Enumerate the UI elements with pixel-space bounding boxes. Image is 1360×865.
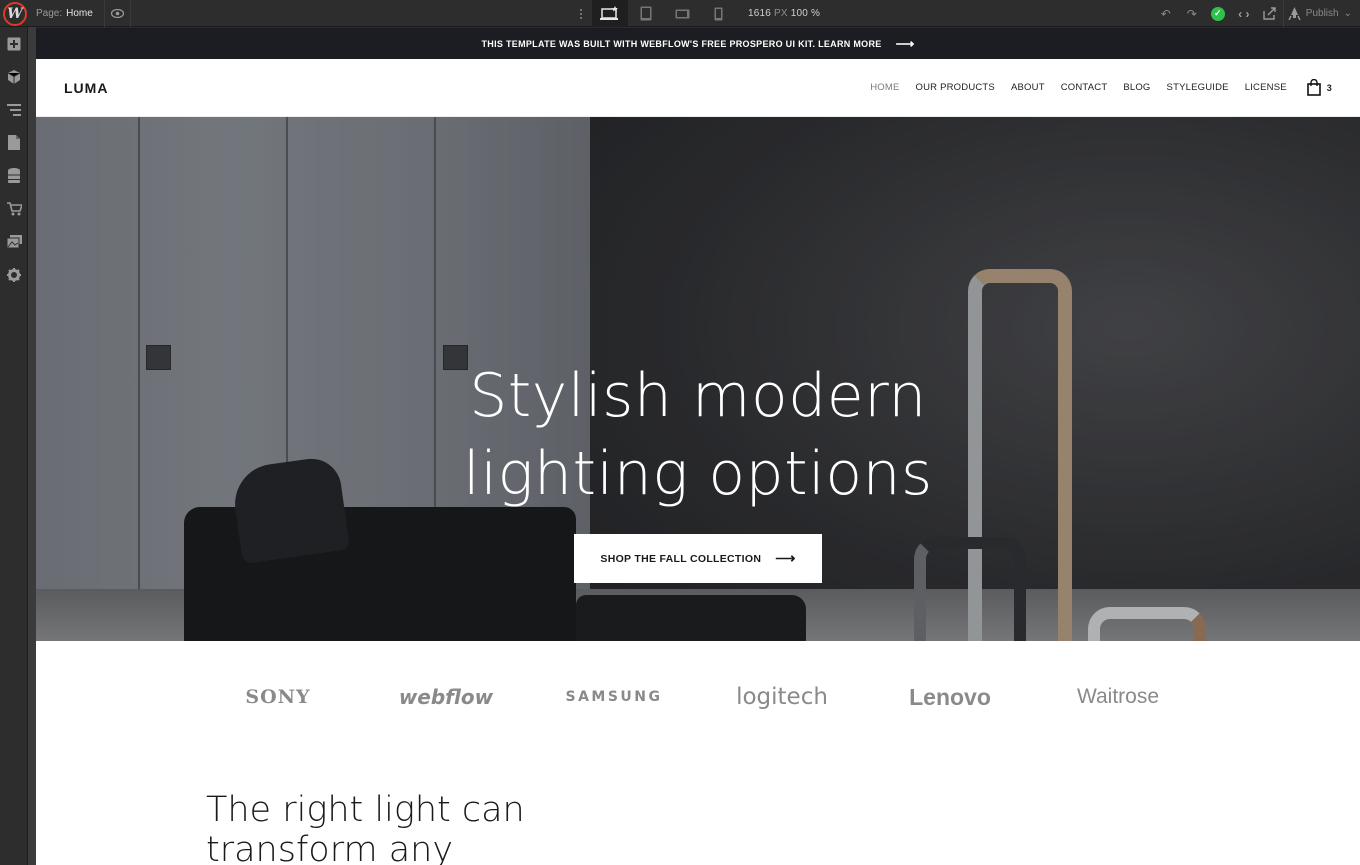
add-icon [7, 37, 21, 50]
client-logos: SONY webflow SAMSUNG logitech Lenovo Wai… [36, 641, 1360, 749]
undo-icon: ↶ [1160, 6, 1171, 21]
canvas-width: 1616 [748, 8, 772, 19]
template-banner[interactable]: THIS TEMPLATE WAS BUILT WITH WEBFLOW'S F… [36, 28, 1360, 59]
cms-icon [8, 168, 20, 183]
breakpoint-mobile-landscape-button[interactable] [664, 0, 700, 27]
code-icon: ‹ › [1238, 6, 1250, 21]
export-code-button[interactable]: ‹ › [1231, 0, 1257, 27]
canvas-zoom[interactable]: 100 % [791, 8, 820, 19]
desktop-icon [600, 5, 618, 20]
check-icon: ✓ [1210, 6, 1225, 21]
page-prefix: Page: [36, 8, 63, 19]
nav-link-styleguide[interactable]: STYLEGUIDE [1167, 82, 1229, 93]
canvas-dimensions: 1616 PX 100 % [748, 8, 820, 19]
assets-panel-button[interactable] [0, 225, 28, 258]
eye-icon [111, 9, 124, 18]
breakpoint-desktop-button[interactable] [592, 0, 628, 27]
nav-link-home[interactable]: HOME [870, 82, 899, 93]
intro-heading-line-1: The right light can [206, 790, 525, 830]
shop-collection-label: SHOP THE FALL COLLECTION [600, 552, 762, 565]
cart-count: 3 [1326, 82, 1332, 93]
publish-button[interactable]: Publish ⌄ [1282, 0, 1360, 27]
page-name: Home [66, 8, 93, 19]
nav-link-license[interactable]: LICENSE [1245, 82, 1287, 93]
designer-left-sidebar [0, 27, 28, 865]
redo-button[interactable]: ↷ [1179, 0, 1205, 27]
brand-logo[interactable]: LUMA [64, 80, 108, 96]
pages-panel-button[interactable] [0, 126, 28, 159]
arrow-right-icon: ⟶ [775, 550, 796, 566]
nav-menu: HOME OUR PRODUCTS ABOUT CONTACT BLOG STY… [870, 79, 1332, 96]
intro-heading: The right light can transform any [206, 790, 525, 865]
arrow-right-icon: ⟶ [895, 35, 915, 51]
nav-link-about[interactable]: ABOUT [1011, 82, 1045, 93]
page-selector[interactable]: Page: Home [36, 0, 93, 27]
preview-button[interactable] [104, 0, 131, 27]
symbols-icon [7, 69, 21, 84]
canvas-gutter [28, 27, 36, 865]
ecommerce-icon [6, 201, 22, 215]
navigator-icon [7, 103, 21, 116]
nav-link-contact[interactable]: CONTACT [1061, 82, 1108, 93]
nav-link-our-products[interactable]: OUR PRODUCTS [916, 82, 995, 93]
logo-samsung: SAMSUNG [565, 689, 663, 705]
breakpoint-tablet-button[interactable] [628, 0, 664, 27]
hero-heading-line-1: Stylish modern [469, 361, 927, 431]
logo-webflow: webflow [398, 685, 494, 709]
logo-waitrose: Waitrose [1076, 685, 1160, 708]
add-panel-button[interactable] [0, 27, 28, 60]
webflow-logo-icon: W [3, 1, 27, 26]
save-status[interactable]: ✓ [1205, 0, 1231, 27]
publish-label: Publish [1305, 8, 1339, 19]
webflow-logo-button[interactable]: W [0, 0, 30, 27]
cart-button[interactable]: 3 [1306, 79, 1332, 96]
hero-heading-line-2: lighting options [463, 439, 933, 509]
mobile-portrait-icon [714, 7, 722, 20]
rocket-icon [1288, 7, 1301, 20]
tablet-icon [640, 6, 652, 21]
pages-icon [8, 135, 20, 150]
breakpoint-mobile-portrait-button[interactable] [700, 0, 736, 27]
logo-lenovo: Lenovo [909, 683, 991, 710]
kebab-icon[interactable] [570, 8, 592, 19]
settings-icon [7, 267, 21, 282]
right-tools: ↶ ↷ ✓ ‹ › Publish ⌄ [1153, 0, 1360, 27]
canvas-width-unit: PX [774, 8, 788, 19]
intro-heading-line-2: transform any [206, 830, 454, 865]
assets-icon [6, 235, 22, 248]
symbols-panel-button[interactable] [0, 60, 28, 93]
nav-link-blog[interactable]: BLOG [1123, 82, 1150, 93]
undo-button[interactable]: ↶ [1153, 0, 1179, 27]
chevron-down-icon: ⌄ [1343, 8, 1352, 19]
shop-collection-button[interactable]: SHOP THE FALL COLLECTION ⟶ [574, 534, 822, 583]
settings-panel-button[interactable] [0, 258, 28, 291]
design-canvas[interactable]: THIS TEMPLATE WAS BUILT WITH WEBFLOW'S F… [36, 28, 1360, 865]
logo-logitech: logitech [736, 684, 828, 710]
share-button[interactable] [1257, 0, 1283, 27]
breakpoint-tools: 1616 PX 100 % [570, 0, 820, 27]
site-navbar: LUMA HOME OUR PRODUCTS ABOUT CONTACT BLO… [36, 59, 1360, 117]
hero-section: Stylish modern lighting options SHOP THE… [36, 117, 1360, 641]
banner-text: THIS TEMPLATE WAS BUILT WITH WEBFLOW'S F… [481, 38, 882, 49]
mobile-landscape-icon [675, 9, 689, 18]
navigator-panel-button[interactable] [0, 93, 28, 126]
redo-icon: ↷ [1186, 6, 1197, 21]
cms-panel-button[interactable] [0, 159, 28, 192]
ecommerce-panel-button[interactable] [0, 192, 28, 225]
hero-heading: Stylish modern lighting options [36, 357, 1360, 513]
export-icon [1263, 7, 1276, 20]
logo-sony: SONY [245, 686, 311, 708]
designer-top-bar: W Page: Home 1616 PX 100 % ↶ ↷ ✓ ‹ › Pub… [0, 0, 1360, 27]
shopping-bag-icon [1306, 79, 1321, 96]
